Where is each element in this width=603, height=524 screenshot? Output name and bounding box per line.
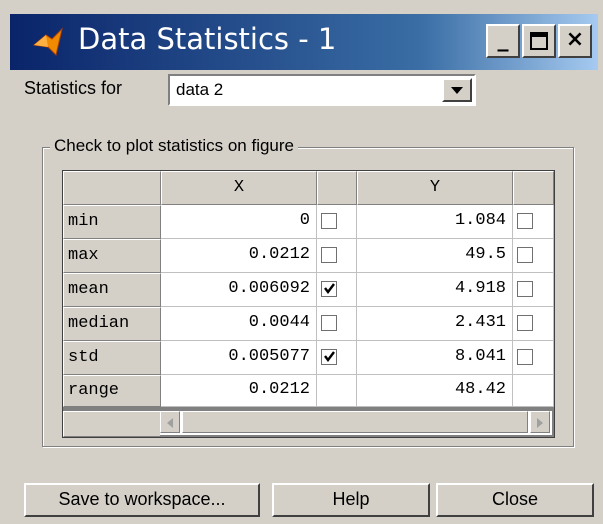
- cell-x-median[interactable]: 0.0044: [161, 307, 317, 341]
- check-cell-y-max[interactable]: [513, 239, 554, 273]
- check-cell-x-min[interactable]: [317, 205, 357, 239]
- check-cell-y-median[interactable]: [513, 307, 554, 341]
- help-button[interactable]: Help: [272, 483, 430, 517]
- title-bar[interactable]: Data Statistics - 1 _ ×: [10, 14, 598, 70]
- cell-x-std[interactable]: 0.005077: [161, 341, 317, 375]
- checkbox-y-max[interactable]: [517, 247, 533, 263]
- cell-x-min[interactable]: 0: [161, 205, 317, 239]
- check-cell-y-mean[interactable]: [513, 273, 554, 307]
- horizontal-scrollbar[interactable]: [160, 411, 552, 435]
- cell-y-mean[interactable]: 4.918: [357, 273, 513, 307]
- statistics-table: X Y min 0 1.084 max 0.0212 49.5 mean 0.006092 4.…: [62, 170, 555, 438]
- cell-y-range[interactable]: 48.42: [357, 375, 513, 407]
- statistics-for-label: Statistics for: [24, 78, 123, 98]
- row-header-median: median: [63, 307, 161, 341]
- check-cell-y-min[interactable]: [513, 205, 554, 239]
- checkbox-x-mean[interactable]: [321, 281, 337, 297]
- check-cell-x-std[interactable]: [317, 341, 357, 375]
- maximize-icon: [530, 32, 548, 50]
- window-title: Data Statistics - 1: [78, 22, 337, 56]
- scroll-left-button[interactable]: [160, 411, 180, 433]
- arrow-right-icon: [537, 418, 543, 428]
- close-button[interactable]: Close: [436, 483, 594, 517]
- cell-y-min[interactable]: 1.084: [357, 205, 513, 239]
- check-cell-x-median[interactable]: [317, 307, 357, 341]
- column-header-y[interactable]: Y: [357, 171, 513, 205]
- checkmark-icon: [324, 283, 335, 294]
- check-cell-x-max[interactable]: [317, 239, 357, 273]
- checkbox-x-max[interactable]: [321, 247, 337, 263]
- scroll-thumb[interactable]: [182, 411, 528, 433]
- data-statistics-window: Data Statistics - 1 _ × Statistics for d…: [0, 0, 603, 524]
- data-select[interactable]: data 2: [168, 74, 476, 106]
- column-header-x-check: [317, 171, 357, 205]
- close-window-button[interactable]: ×: [558, 24, 592, 58]
- footer-corner: [63, 411, 161, 437]
- corner-header: [63, 171, 161, 205]
- scroll-right-button[interactable]: [530, 411, 550, 433]
- cell-y-std[interactable]: 8.041: [357, 341, 513, 375]
- group-label: Check to plot statistics on figure: [50, 136, 299, 156]
- check-cell-y-std[interactable]: [513, 341, 554, 375]
- maximize-button[interactable]: [522, 24, 556, 58]
- cell-x-range[interactable]: 0.0212: [161, 375, 317, 407]
- row-header-max: max: [63, 239, 161, 273]
- save-to-workspace-button[interactable]: Save to workspace...: [24, 483, 260, 517]
- row-header-std: std: [63, 341, 161, 375]
- row-header-min: min: [63, 205, 161, 239]
- check-cell-x-range: [317, 375, 357, 407]
- checkbox-y-std[interactable]: [517, 349, 533, 365]
- cell-x-max[interactable]: 0.0212: [161, 239, 317, 273]
- checkbox-y-min[interactable]: [517, 213, 533, 229]
- row-header-mean: mean: [63, 273, 161, 307]
- matlab-icon: [32, 27, 63, 56]
- checkbox-y-mean[interactable]: [517, 281, 533, 297]
- check-cell-y-range: [513, 375, 554, 407]
- arrow-left-icon: [167, 418, 173, 428]
- minimize-button[interactable]: _: [486, 24, 520, 58]
- column-header-y-check: [513, 171, 554, 205]
- checkbox-x-std[interactable]: [321, 349, 337, 365]
- data-select-value: data 2: [176, 80, 224, 99]
- cell-y-max[interactable]: 49.5: [357, 239, 513, 273]
- chevron-down-icon: [451, 87, 463, 94]
- check-cell-x-mean[interactable]: [317, 273, 357, 307]
- checkbox-x-median[interactable]: [321, 315, 337, 331]
- checkbox-y-median[interactable]: [517, 315, 533, 331]
- checkbox-x-min[interactable]: [321, 213, 337, 229]
- column-header-x[interactable]: X: [161, 171, 317, 205]
- cell-x-mean[interactable]: 0.006092: [161, 273, 317, 307]
- cell-y-median[interactable]: 2.431: [357, 307, 513, 341]
- checkmark-icon: [324, 351, 335, 362]
- dropdown-button[interactable]: [442, 78, 472, 102]
- row-header-range: range: [63, 375, 161, 407]
